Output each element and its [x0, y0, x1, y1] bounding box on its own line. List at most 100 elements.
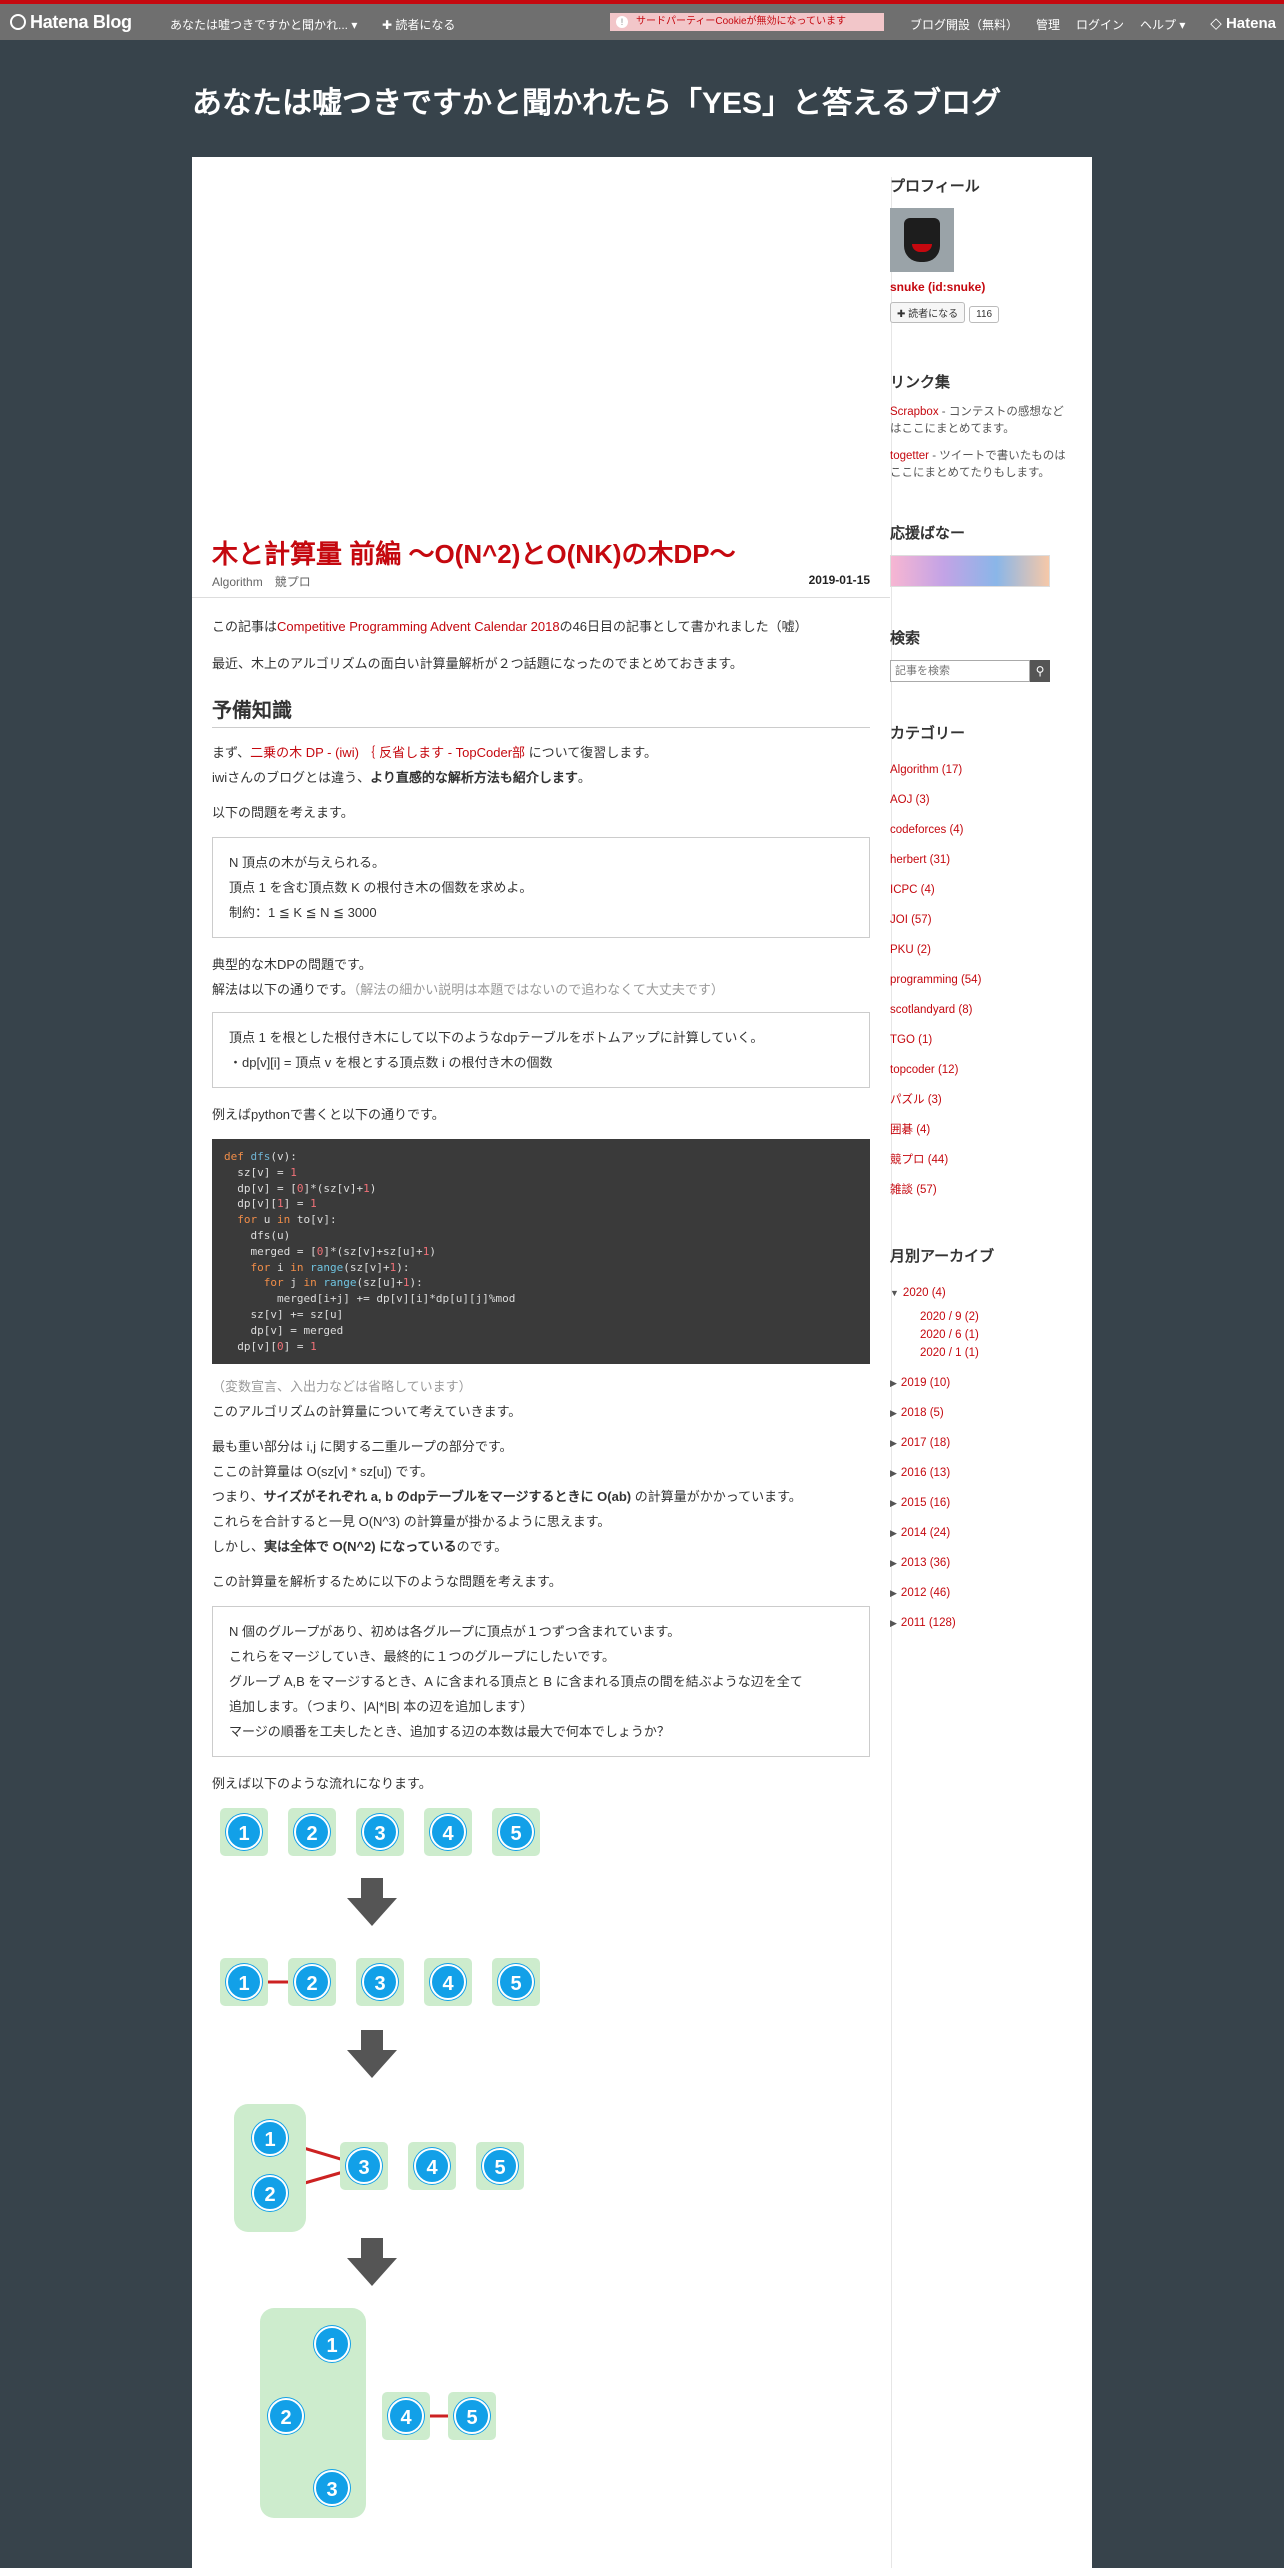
info-icon: !	[616, 16, 628, 28]
archive-year[interactable]: ▶ 2011 (128)	[890, 1608, 1072, 1638]
open-blog-link[interactable]: ブログ開設（無料）	[910, 16, 1018, 33]
hatena-blog-logo[interactable]: Hatena Blog	[10, 12, 132, 33]
category-item[interactable]: 囲碁 (4)	[890, 1115, 1072, 1145]
support-banner[interactable]	[890, 555, 1050, 587]
category-item[interactable]: TGO (1)	[890, 1025, 1072, 1055]
profile-module: プロフィール snuke (id:snuke) ✚ 読者になる 116	[890, 175, 1072, 323]
triangle-right-icon: ▶	[890, 1528, 897, 1538]
archive-year[interactable]: ▶ 2014 (24)	[890, 1518, 1072, 1548]
archive-month[interactable]: 2020 / 6 (1)	[890, 1326, 1072, 1344]
merge-diagram: 1 2 3 4 5 1 2 3 4 5 1 2 3 4 5 1 2 3 4 5	[212, 1808, 870, 2528]
archive-heading: 月別アーカイブ	[890, 1248, 995, 1265]
hatena-link[interactable]: ◇ Hatena	[1210, 14, 1276, 32]
category-item[interactable]: AOJ (3)	[890, 785, 1072, 815]
category-item[interactable]: codeforces (4)	[890, 815, 1072, 845]
code-note: （変数宣言、入出力などは省略しています）	[212, 1379, 472, 1395]
category-item[interactable]: scotlandyard (8)	[890, 995, 1072, 1025]
paragraph-review-2: iwiさんのブログとは違う、より直感的な解析方法も紹介します。	[212, 770, 591, 785]
triangle-down-icon: ▼	[890, 1288, 899, 1298]
archive-year[interactable]: ▶ 2015 (16)	[890, 1488, 1072, 1518]
search-input[interactable]	[890, 660, 1030, 682]
cookie-notice[interactable]: ! サードパーティーCookieが無効になっています	[610, 13, 884, 31]
triangle-right-icon: ▶	[890, 1468, 897, 1478]
paragraph-typical: 典型的な木DPの問題です。	[212, 957, 372, 972]
entry-meta: Algorithm 競プロ 2019-01-15	[212, 573, 870, 593]
archive-year[interactable]: ▶ 2019 (10)	[890, 1368, 1072, 1398]
archive-year[interactable]: ▶ 2018 (5)	[890, 1398, 1072, 1428]
paragraph-complexity: このアルゴリズムの計算量について考えていきます。	[212, 1404, 522, 1420]
category-item[interactable]: topcoder (12)	[890, 1055, 1072, 1085]
archive-month[interactable]: 2020 / 1 (1)	[890, 1344, 1072, 1362]
paragraph-heavy-4: これらを合計すると一見 O(N^3) の計算量が掛かるように思えます。	[212, 1514, 611, 1530]
blog-title[interactable]: あなたは嘘つきですかと聞かれたら「YES」と答えるブログ	[192, 78, 1001, 122]
section-heading-prep: 予備知識	[212, 694, 870, 728]
triangle-right-icon: ▶	[890, 1588, 897, 1598]
paragraph-intro: この記事はCompetitive Programming Advent Cale…	[212, 619, 808, 634]
search-heading: 検索	[890, 630, 921, 647]
archive-year[interactable]: ▶ 2012 (46)	[890, 1578, 1072, 1608]
links-heading: リンク集	[890, 374, 951, 391]
profile-heading: プロフィール	[890, 178, 980, 195]
category-item[interactable]: Algorithm (17)	[890, 755, 1072, 785]
iwi-blog-link[interactable]: 二乗の木 DP - (iwi) ｛ 反省します - TopCoder部	[250, 745, 525, 760]
paragraph-summary: 最近、木上のアルゴリズムの面白い計算量解析が２つ話題になったのでまとめておきます…	[212, 656, 743, 671]
entry-title[interactable]: 木と計算量 前編 〜O(N^2)とO(NK)の木DP〜	[212, 537, 870, 571]
triangle-right-icon: ▶	[890, 1378, 897, 1388]
entry-date[interactable]: 2019-01-15	[809, 573, 870, 587]
paragraph-heavy-2: ここの計算量は O(sz[v] * sz[u]) です。	[212, 1464, 434, 1480]
triangle-right-icon: ▶	[890, 1498, 897, 1508]
help-menu[interactable]: ヘルプ ▾	[1140, 16, 1185, 33]
problem-box-1: N 頂点の木が与えられる。 頂点 1 を含む頂点数 K の根付き木の個数を求めよ…	[212, 837, 870, 938]
paragraph-heavy-5: しかし、実は全体で O(N^2) になっているのです。	[212, 1539, 508, 1555]
reader-button[interactable]: ✚ 読者になる	[382, 16, 455, 33]
reader-count[interactable]: 116	[969, 306, 1000, 323]
categories-heading: カテゴリー	[890, 725, 966, 742]
archive-year-open[interactable]: ▼ 2020 (4)	[890, 1278, 1072, 1308]
archive-year[interactable]: ▶ 2013 (36)	[890, 1548, 1072, 1578]
sidebar-reader-button[interactable]: ✚ 読者になる	[890, 302, 966, 323]
ad-space	[212, 157, 870, 537]
hatena-logo-icon	[10, 14, 26, 30]
link-scrapbox: Scrapbox - コンテストの感想などはここにまとめてます。	[890, 406, 1064, 435]
link-togetter: togetter - ツイートで書いたものはここにまとめてたりもします。	[890, 450, 1066, 479]
search-module: 検索 ⚲	[890, 627, 1072, 682]
triangle-right-icon: ▶	[890, 1618, 897, 1628]
admin-link[interactable]: 管理	[1036, 16, 1060, 33]
content-area: 木と計算量 前編 〜O(N^2)とO(NK)の木DP〜 Algorithm 競プロ…	[192, 157, 1092, 2568]
paragraph-review: まず、二乗の木 DP - (iwi) ｛ 反省します - TopCoder部 に…	[212, 745, 657, 760]
search-icon[interactable]: ⚲	[1030, 660, 1050, 682]
category-link-kyopro[interactable]: 競プロ	[275, 575, 311, 589]
category-item[interactable]: パズル (3)	[890, 1085, 1072, 1115]
login-link[interactable]: ログイン	[1076, 16, 1124, 33]
blog-menu[interactable]: あなたは嘘つきですかと聞かれ... ▾	[170, 16, 357, 33]
triangle-right-icon: ▶	[890, 1408, 897, 1418]
category-item[interactable]: ICPC (4)	[890, 875, 1072, 905]
arrow-2	[347, 2030, 397, 2079]
archive-year[interactable]: ▶ 2017 (18)	[890, 1428, 1072, 1458]
problem-box-2: N 個のグループがあり、初めは各グループに頂点が１つずつ含まれています。 これら…	[212, 1606, 870, 1758]
category-item[interactable]: 雑談 (57)	[890, 1175, 1072, 1205]
paragraph-heavy: 最も重い部分は i,j に関する二重ループの部分です。	[212, 1439, 513, 1455]
category-item[interactable]: programming (54)	[890, 965, 1072, 995]
advent-calendar-link[interactable]: Competitive Programming Advent Calendar …	[277, 619, 560, 634]
category-item[interactable]: 競プロ (44)	[890, 1145, 1072, 1175]
paragraph-python: 例えばpythonで書くと以下の通りです。	[212, 1107, 445, 1122]
category-link-algorithm[interactable]: Algorithm	[212, 575, 263, 589]
category-item[interactable]: herbert (31)	[890, 845, 1072, 875]
category-item[interactable]: PKU (2)	[890, 935, 1072, 965]
paragraph-analysis: この計算量を解析するために以下のような問題を考えます。	[212, 1574, 562, 1590]
profile-name-link[interactable]: snuke (id:snuke)	[890, 280, 1072, 294]
paragraph-solution: 解法は以下の通りです。（解法の細かい説明は本題ではないので追わなくて大丈夫です）	[212, 982, 724, 997]
triangle-right-icon: ▶	[890, 1438, 897, 1448]
archive-year[interactable]: ▶ 2016 (13)	[890, 1458, 1072, 1488]
archive-month[interactable]: 2020 / 9 (2)	[890, 1308, 1072, 1326]
category-item[interactable]: JOI (57)	[890, 905, 1072, 935]
paragraph-flow: 例えば以下のような流れになります。	[212, 1776, 432, 1792]
avatar[interactable]	[890, 208, 954, 272]
code-block[interactable]: def dfs(v): sz[v] = 1 dp[v] = [0]*(sz[v]…	[212, 1139, 870, 1365]
arrow-1	[347, 1878, 397, 1927]
banner-heading: 応援ばなー	[890, 525, 966, 542]
sidebar: プロフィール snuke (id:snuke) ✚ 読者になる 116 リンク集 …	[890, 157, 1072, 1672]
main-column: 木と計算量 前編 〜O(N^2)とO(NK)の木DP〜 Algorithm 競プロ…	[192, 157, 890, 2528]
banner-module: 応援ばなー	[890, 522, 1072, 587]
